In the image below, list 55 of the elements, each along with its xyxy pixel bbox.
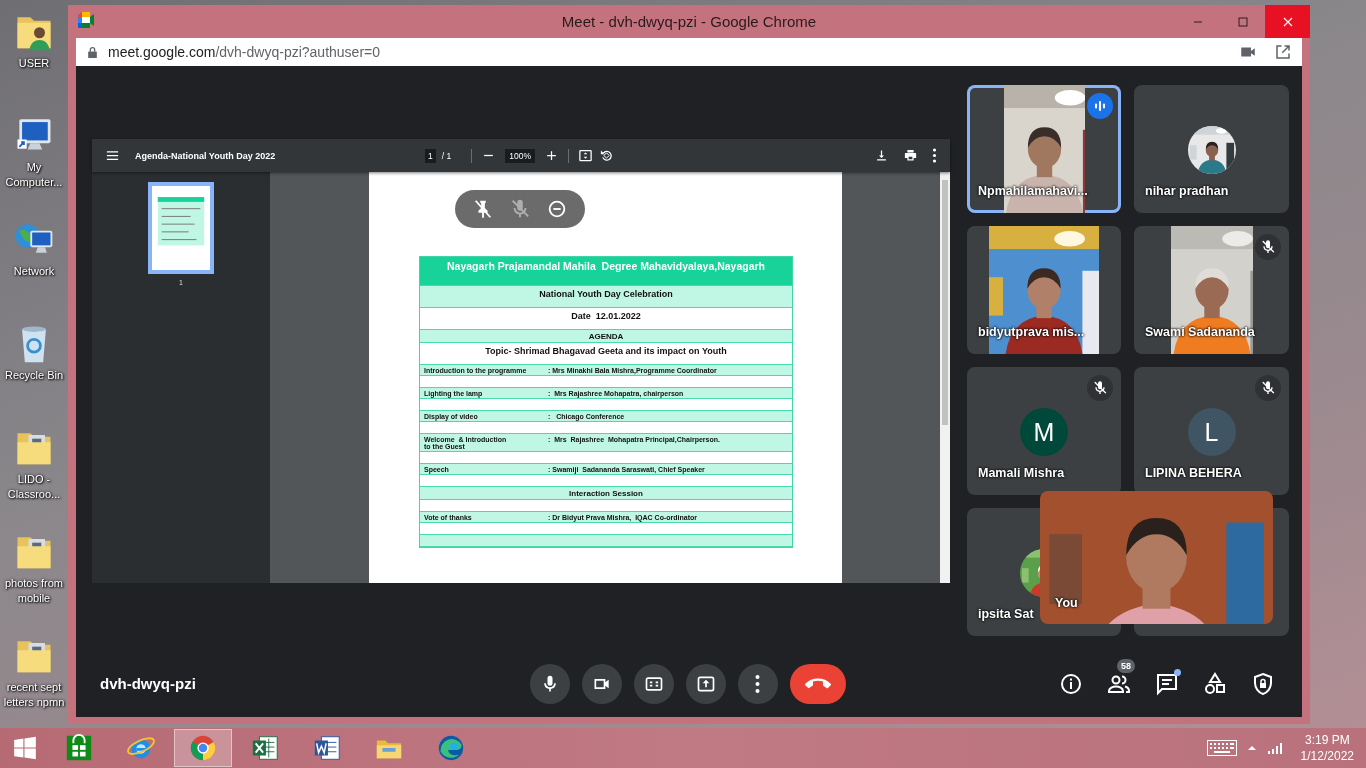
fit-page-icon[interactable] xyxy=(577,148,593,163)
more-icon[interactable] xyxy=(932,148,937,163)
info-icon[interactable] xyxy=(1059,671,1083,696)
icon-label[interactable]: recent sept letters npmn xyxy=(0,680,68,710)
keyboard-icon[interactable] xyxy=(1206,740,1237,756)
external-link-icon[interactable] xyxy=(1274,43,1292,61)
more-icon xyxy=(755,673,760,694)
icon-label[interactable]: photos from mobile xyxy=(0,576,68,606)
participant-name: LIPINA BEHERA xyxy=(1145,466,1242,480)
icon-label[interactable]: USER xyxy=(0,56,68,71)
page-thumbnail[interactable] xyxy=(148,182,214,274)
clock-time[interactable]: 3:19 PM xyxy=(1300,732,1354,748)
icon-label[interactable]: My Computer... xyxy=(0,160,68,190)
zoom-field[interactable]: 100% xyxy=(505,148,535,163)
url-text[interactable]: meet.google.com/dvh-dwyq-pzi?authuser=0 xyxy=(108,44,1222,60)
window-title: Meet - dvh-dwyq-pzi - Google Chrome xyxy=(561,13,817,30)
avatar: M xyxy=(1020,408,1068,456)
spreadsheet-icon xyxy=(250,733,280,763)
leave-call-button[interactable] xyxy=(789,663,846,704)
participant-name: Mamali Mishra xyxy=(978,466,1065,480)
shield-icon[interactable] xyxy=(1251,671,1275,696)
browser-icon xyxy=(188,733,218,763)
document-title: Agenda-National Youth Day 2022 xyxy=(135,150,276,161)
rotate-icon[interactable] xyxy=(598,148,614,163)
table-cell: National Youth Day Celebration xyxy=(420,286,792,308)
close-icon xyxy=(1281,15,1294,28)
document-icon xyxy=(312,733,342,763)
download-icon[interactable] xyxy=(874,148,889,163)
windows-logo-icon[interactable] xyxy=(12,735,38,761)
print-icon[interactable] xyxy=(903,148,918,163)
table-cell: Interaction Session xyxy=(420,487,792,500)
page-count: / 1 xyxy=(441,150,452,161)
avatar: L xyxy=(1187,408,1236,456)
chat-icon[interactable] xyxy=(1155,671,1179,696)
swirl-browser-icon xyxy=(436,733,466,763)
lock-icon[interactable] xyxy=(86,45,99,59)
meeting-code: dvh-dwyq-pzi xyxy=(100,675,197,692)
participant-name: nihar pradhan xyxy=(1145,184,1229,198)
taskbar-app-button[interactable] xyxy=(174,729,232,767)
store-icon xyxy=(64,733,94,763)
page-number-field[interactable]: 1 xyxy=(425,148,436,163)
meet-logo-icon xyxy=(78,11,96,28)
menu-icon[interactable] xyxy=(105,148,120,163)
table-cell: AGENDA xyxy=(420,330,792,343)
chevron-up-icon[interactable] xyxy=(1246,743,1257,753)
participant-name: ipsita Sat xyxy=(978,607,1034,621)
table-cell: Nayagarh Prajamandal Mahila Degree Mahavidyalaya,Nayagarh xyxy=(420,257,792,286)
icon-label[interactable]: Network xyxy=(0,264,68,279)
signal-icon[interactable] xyxy=(1266,742,1283,754)
maximize-icon xyxy=(1236,15,1249,28)
activities-icon[interactable] xyxy=(1203,671,1227,696)
participant-count-badge: 58 xyxy=(1117,658,1135,673)
icon-label[interactable]: LIDO - Classroo... xyxy=(0,472,68,502)
clock-date[interactable]: 1/12/2022 xyxy=(1300,748,1354,764)
icon-label[interactable]: Recycle Bin xyxy=(0,368,68,383)
